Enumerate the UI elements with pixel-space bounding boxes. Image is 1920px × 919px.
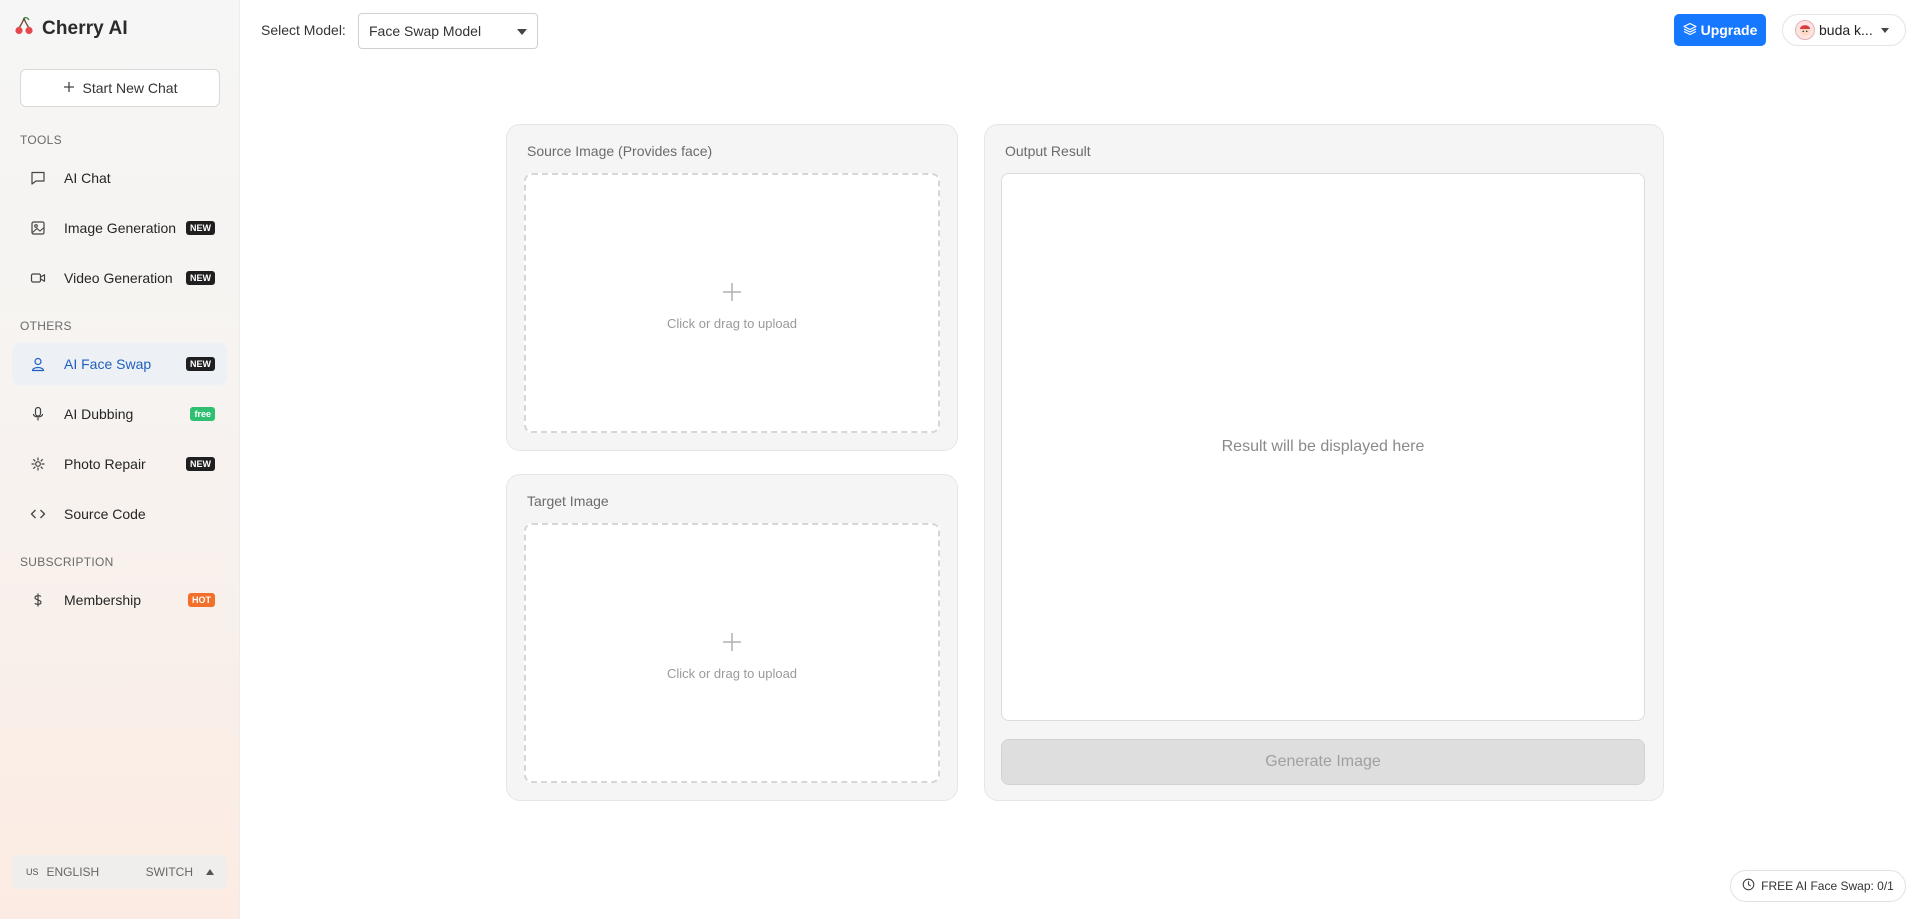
main-content: Select Model: Face Swap Model Upgrade bu… <box>240 0 1920 919</box>
video-icon <box>30 270 46 286</box>
cherry-logo-icon <box>14 16 34 41</box>
sidebar-item-membership[interactable]: Membership HOT <box>12 579 227 621</box>
sidebar-item-photo-repair[interactable]: Photo Repair NEW <box>12 443 227 485</box>
source-image-dropzone[interactable]: Click or drag to upload <box>524 173 940 433</box>
target-image-dropzone[interactable]: Click or drag to upload <box>524 523 940 783</box>
plus-icon <box>721 276 743 308</box>
plus-icon <box>721 626 743 658</box>
output-result-title: Output Result <box>1005 143 1091 159</box>
image-icon <box>30 220 46 236</box>
source-image-card: Source Image (Provides face) Click or dr… <box>506 124 958 451</box>
sidebar-item-ai-dubbing[interactable]: AI Dubbing free <box>12 393 227 435</box>
user-icon <box>30 356 46 372</box>
us-flag-icon: US <box>26 867 39 877</box>
model-select-value: Face Swap Model <box>369 23 482 39</box>
new-badge: NEW <box>186 271 215 285</box>
sidebar-item-image-generation[interactable]: Image Generation NEW <box>12 207 227 249</box>
model-select[interactable]: Face Swap Model <box>358 13 538 49</box>
sidebar-item-source-code[interactable]: Source Code <box>12 493 227 535</box>
sparkle-icon <box>30 456 46 472</box>
sidebar-item-video-generation[interactable]: Video Generation NEW <box>12 257 227 299</box>
caret-down-icon <box>1880 27 1889 33</box>
upgrade-button[interactable]: Upgrade <box>1674 14 1766 46</box>
result-placeholder: Result will be displayed here <box>1221 438 1425 455</box>
new-badge: NEW <box>186 457 215 471</box>
avatar <box>1795 20 1815 40</box>
code-icon <box>30 506 46 522</box>
sidebar-item-label: Video Generation <box>64 270 173 286</box>
layers-icon <box>1682 22 1697 39</box>
source-image-title: Source Image (Provides face) <box>527 143 713 159</box>
microphone-icon <box>30 406 46 422</box>
caret-down-icon <box>517 29 527 35</box>
target-image-card: Target Image Click or drag to upload <box>506 474 958 801</box>
upload-hint: Click or drag to upload <box>666 665 798 681</box>
free-quota-badge[interactable]: FREE AI Face Swap: 0/1 <box>1730 870 1906 902</box>
upload-hint: Click or drag to upload <box>666 315 798 331</box>
model-select-label: Select Model: <box>261 22 346 38</box>
chevron-up-icon <box>205 865 215 879</box>
plus-icon <box>63 80 75 96</box>
target-image-title: Target Image <box>527 493 609 509</box>
output-result-card: Output Result Result will be displayed h… <box>984 124 1664 801</box>
sidebar-item-ai-chat[interactable]: AI Chat <box>12 157 227 199</box>
sidebar-item-ai-face-swap[interactable]: AI Face Swap NEW <box>12 343 227 385</box>
sidebar-item-label: AI Face Swap <box>64 356 152 372</box>
section-title-tools: TOOLS <box>20 133 62 147</box>
section-title-subscription: SUBSCRIPTION <box>20 555 114 569</box>
sidebar-item-label: Membership <box>64 592 142 608</box>
sidebar-item-label: Source Code <box>64 506 146 522</box>
free-badge: free <box>190 407 215 421</box>
sidebar: Cherry AI Start New Chat TOOLS AI Chat I… <box>0 0 240 919</box>
brand[interactable]: Cherry AI <box>14 16 128 41</box>
quota-label: FREE AI Face Swap: 0/1 <box>1761 879 1894 893</box>
language-label: ENGLISH <box>46 865 100 879</box>
user-menu-button[interactable]: buda k... <box>1782 14 1906 46</box>
result-display: Result will be displayed here <box>1001 173 1645 721</box>
new-badge: NEW <box>186 221 215 235</box>
user-name: buda k... <box>1819 22 1873 38</box>
sidebar-item-label: AI Dubbing <box>64 406 134 422</box>
sidebar-item-label: Photo Repair <box>64 456 146 472</box>
section-title-others: OTHERS <box>20 319 72 333</box>
sidebar-item-label: Image Generation <box>64 220 177 236</box>
hot-badge: HOT <box>188 593 215 607</box>
dollar-icon <box>30 592 46 608</box>
sidebar-item-label: AI Chat <box>64 170 111 186</box>
start-new-chat-button[interactable]: Start New Chat <box>20 69 220 107</box>
clock-icon <box>1742 878 1755 894</box>
upgrade-label: Upgrade <box>1700 22 1758 38</box>
app-name: Cherry AI <box>42 17 128 39</box>
app-root: Cherry AI Start New Chat TOOLS AI Chat I… <box>0 0 1920 919</box>
language-bar: US ENGLISH SWITCH <box>12 855 227 889</box>
language-switch-button[interactable]: SWITCH <box>146 865 215 879</box>
start-new-chat-label: Start New Chat <box>82 80 178 96</box>
chat-icon <box>30 170 46 186</box>
new-badge: NEW <box>186 357 215 371</box>
generate-image-button[interactable]: Generate Image <box>1001 739 1645 785</box>
switch-label: SWITCH <box>145 865 193 879</box>
